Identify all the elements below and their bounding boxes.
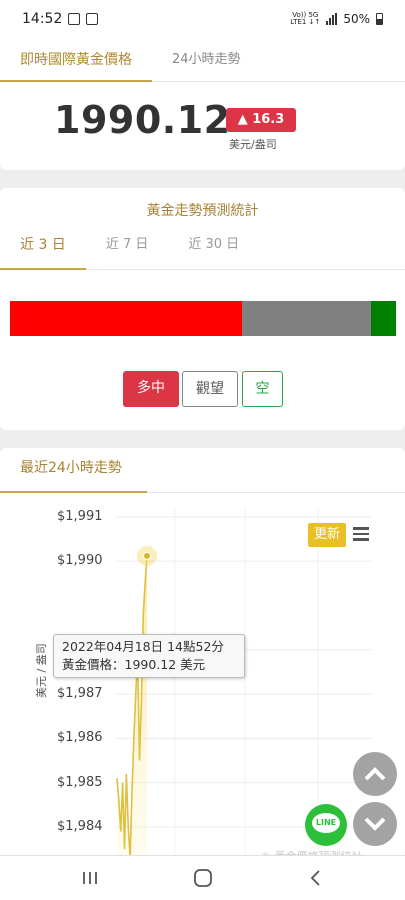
trend-chart: $1,991$1,990$1,988$1,987$1,986$1,985$1,9… [0, 508, 405, 858]
price-change-badge: ▲ 16.3 [226, 108, 296, 132]
chart-tooltip: 2022年04月18日 14點52分 黃金價格：1990.12 美元 [53, 634, 245, 678]
battery-percent: 50% [343, 12, 370, 26]
tab-live-price[interactable]: 即時國際黃金價格 [0, 38, 152, 82]
price-unit: 美元/盎司 [229, 138, 277, 151]
distribution-segment-0 [10, 301, 242, 336]
tab-recent-24h[interactable]: 最近24小時走勢 [0, 448, 147, 493]
trend-card: 最近24小時走勢 $1,991$1,990$1,988$1,987$1,986$… [0, 448, 405, 858]
signal-icon [326, 13, 338, 25]
scroll-up-button[interactable] [353, 752, 397, 796]
y-tick-label: $1,985 [57, 774, 103, 790]
tooltip-price: 黃金價格：1990.12 美元 [62, 657, 206, 672]
highlight-point[interactable] [143, 551, 151, 560]
forecast-title: 黃金走勢預測統計 [146, 203, 259, 219]
y-tick-label: $1,990 [57, 553, 103, 569]
tab-3-days[interactable]: 近 3 日 [0, 228, 86, 270]
back-icon[interactable] [304, 866, 328, 890]
y-tick-label: $1,987 [57, 686, 103, 702]
line-share-button[interactable]: LINE [305, 804, 347, 846]
tooltip-datetime: 2022年04月18日 14點52分 [62, 639, 224, 654]
y-tick-label: $1,984 [57, 818, 103, 834]
vote-wait-button[interactable]: 觀望 [182, 371, 238, 407]
scroll-down-button[interactable] [353, 802, 397, 846]
distribution-segment-1 [241, 301, 371, 336]
tab-30-days[interactable]: 近 30 日 [168, 228, 259, 270]
live-price-card: 即時國際黃金價格 24小時走勢 1990.12 ▲ 16.3 美元/盎司 [0, 38, 405, 170]
status-bar: 14:52 Vo)) 5G LTE1 ↓↑ 50% [0, 0, 405, 38]
system-nav-bar [0, 855, 405, 900]
vote-bull-button[interactable]: 多中 [123, 371, 179, 407]
chevron-down-icon [364, 817, 386, 831]
refresh-button[interactable]: 更新 [308, 523, 346, 547]
forecast-tabs: 近 3 日 近 7 日 近 30 日 [0, 228, 405, 270]
price-tabs: 即時國際黃金價格 24小時走勢 [0, 38, 405, 82]
status-time: 14:52 [22, 11, 63, 27]
home-icon[interactable] [191, 866, 215, 890]
network-indicator: Vo)) 5G LTE1 ↓↑ [290, 12, 320, 26]
gallery-icon [68, 13, 81, 25]
distribution-segment-2 [370, 301, 396, 336]
tab-24h-trend[interactable]: 24小時走勢 [152, 38, 261, 82]
recent-apps-icon[interactable] [78, 866, 102, 890]
forecast-distribution-bar [10, 301, 396, 336]
y-tick-label: $1,986 [57, 730, 103, 746]
chart-menu-icon[interactable] [353, 527, 369, 544]
y-axis-label: 美元 / 盎司 [35, 643, 48, 698]
chevron-up-icon [364, 767, 386, 781]
line-icon: LINE [312, 813, 340, 833]
forecast-card: 黃金走勢預測統計 近 3 日 近 7 日 近 30 日 多中 觀望 空 [0, 188, 405, 430]
camera-icon [86, 13, 99, 25]
tab-7-days[interactable]: 近 7 日 [86, 228, 169, 270]
battery-icon [376, 13, 383, 25]
y-tick-label: $1,991 [57, 508, 103, 524]
gold-price: 1990.12 [54, 98, 231, 142]
network-bottom: LTE1 ↓↑ [290, 18, 321, 26]
vote-bear-button[interactable]: 空 [242, 371, 283, 407]
